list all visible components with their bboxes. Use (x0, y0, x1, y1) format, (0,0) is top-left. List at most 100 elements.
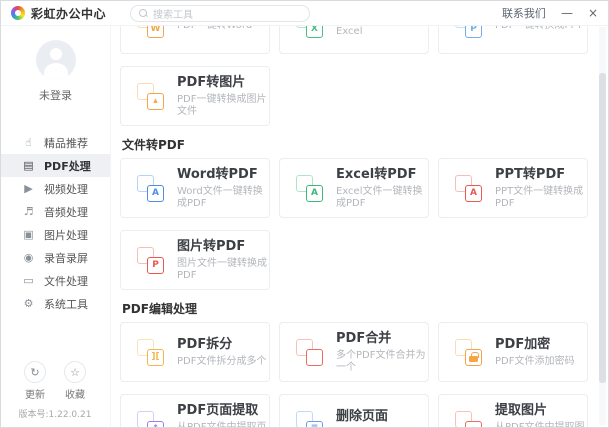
tool-card-delete-pages[interactable]: ≣ 删除页面 删除PDF中的页面 (279, 394, 429, 427)
user-avatar[interactable] (36, 40, 76, 80)
icon-glyph: W (151, 26, 161, 34)
avatar-person-icon (44, 63, 68, 80)
card-row: A Word转PDF Word文件一键转换成PDF A Excel转PDF Ex… (120, 158, 597, 218)
tool-card-pdf-to-excel[interactable]: X PDF一键转换成Excel (279, 26, 429, 54)
music-note-icon: ♬ (22, 205, 35, 218)
update-label: 更新 (24, 386, 46, 401)
tool-card-pdf-to-word[interactable]: W PDF一键转Word (120, 26, 270, 54)
sidebar-item-image[interactable]: ▣ 图片处理 (1, 223, 110, 246)
icon-glyph: A (470, 189, 477, 198)
contact-us-link[interactable]: 联系我们 (502, 5, 546, 21)
tool-card-extract-images[interactable]: ▴ 提取图片 从PDF文件中提取图片 (438, 394, 588, 427)
icon-glyph: P (470, 26, 477, 34)
star-icon: ☆ (64, 361, 86, 383)
title-bar: 彩虹办公中心 搜索工具 联系我们 — × (1, 1, 608, 26)
version-label: 版本号:1.22.0.21 (1, 407, 109, 420)
delete-page-icon: ≣ (296, 411, 323, 428)
card-row: ][ PDF拆分 PDF文件拆分成多个 PDF合并 多个PDF文件合并为一个 (120, 322, 597, 382)
minimize-button[interactable]: — (561, 7, 573, 19)
tool-card-pdf-to-image[interactable]: ▴ PDF转图片 PDF一键转换成图片文件 (120, 66, 270, 126)
icon-glyph (469, 356, 478, 362)
word-to-pdf-icon: A (137, 175, 164, 202)
tool-card-pdf-split[interactable]: ][ PDF拆分 PDF文件拆分成多个 (120, 322, 270, 382)
card-title: Excel转PDF (336, 167, 428, 182)
app-title: 彩虹办公中心 (31, 5, 106, 22)
favorites-button[interactable]: ☆ 收藏 (64, 361, 86, 401)
icon-front-square (306, 349, 323, 366)
sidebar-item-label: 图片处理 (44, 227, 88, 243)
card-title: Word转PDF (177, 167, 269, 182)
search-icon (139, 9, 148, 18)
icon-glyph: ↑ (152, 425, 160, 428)
tool-card-ppt-to-pdf[interactable]: A PPT转PDF PPT文件一键转换成PDF (438, 158, 588, 218)
icon-front-square: ▴ (465, 421, 482, 428)
app-window: 彩虹办公中心 搜索工具 联系我们 — × 未登录 ☝ 精品推荐 ▤ PDF处理 (0, 0, 609, 428)
sidebar-item-label: PDF处理 (44, 158, 91, 174)
tool-card-pdf-encrypt[interactable]: PDF加密 PDF文件添加密码 (438, 322, 588, 382)
card-desc: Word文件一键转换成PDF (177, 186, 269, 210)
pdf-to-excel-icon: X (296, 26, 323, 38)
scrollbar-thumb[interactable] (599, 73, 606, 383)
excel-to-pdf-icon: A (296, 175, 323, 202)
icon-glyph: ≣ (311, 425, 319, 428)
icon-front-square (465, 349, 482, 366)
card-title: PDF拆分 (177, 337, 266, 352)
tool-card-image-to-pdf[interactable]: P 图片转PDF 图片文件一键转换成PDF (120, 230, 270, 290)
sidebar-item-label: 文件处理 (44, 273, 88, 289)
card-row: P 图片转PDF 图片文件一键转换成PDF (120, 230, 597, 290)
sidebar-item-pdf[interactable]: ▤ PDF处理 (1, 154, 110, 177)
tool-card-excel-to-pdf[interactable]: A Excel转PDF Excel文件一键转换成PDF (279, 158, 429, 218)
icon-front-square: X (306, 26, 323, 38)
sidebar-item-file[interactable]: ▭ 文件处理 (1, 269, 110, 292)
card-desc: PDF一键转换成PPT (495, 26, 583, 32)
icon-glyph: A (152, 189, 159, 198)
card-title: 提取图片 (495, 403, 587, 418)
card-desc: Excel文件一键转换成PDF (336, 186, 428, 210)
sidebar-item-featured[interactable]: ☝ 精品推荐 (1, 131, 110, 154)
icon-front-square: W (147, 26, 164, 38)
card-desc: 多个PDF文件合并为一个 (336, 350, 428, 374)
card-desc: 从PDF文件中提取页面 (177, 422, 269, 428)
sidebar-footer: ↻ 更新 ☆ 收藏 版本号:1.22.0.21 (1, 361, 109, 420)
scrollbar-track[interactable] (599, 27, 606, 425)
card-desc: PDF一键转Word (177, 26, 252, 32)
update-button[interactable]: ↻ 更新 (24, 361, 46, 401)
tool-card-pdf-page-extract[interactable]: ↑ PDF页面提取 从PDF文件中提取页面 (120, 394, 270, 427)
icon-front-square: A (147, 185, 164, 202)
sidebar-item-record[interactable]: ◉ 录音录屏 (1, 246, 110, 269)
image-to-pdf-icon: P (137, 247, 164, 274)
icon-glyph: ▴ (153, 97, 158, 106)
sidebar-item-label: 视频处理 (44, 181, 88, 197)
section-header-pdf-edit: PDF编辑处理 (122, 302, 597, 316)
main-content: W PDF一键转Word X PDF一键转换成Excel (111, 26, 597, 427)
icon-front-square: A (465, 185, 482, 202)
pdf-to-ppt-icon: P (455, 26, 482, 38)
pdf-split-icon: ][ (137, 339, 164, 366)
sidebar-item-video[interactable]: ▶ 视频处理 (1, 177, 110, 200)
search-input[interactable]: 搜索工具 (130, 5, 310, 22)
pdf-to-word-icon: W (137, 26, 164, 38)
tool-card-pdf-to-ppt[interactable]: P PDF一键转换成PPT (438, 26, 588, 54)
card-desc: PPT文件一键转换成PDF (495, 186, 587, 210)
search-placeholder: 搜索工具 (153, 6, 193, 21)
card-desc: PDF文件拆分成多个 (177, 356, 266, 368)
icon-glyph: A (311, 189, 318, 198)
sidebar-item-system[interactable]: ⚙ 系统工具 (1, 292, 110, 315)
thumb-up-icon: ☝ (22, 136, 35, 149)
app-logo-icon (11, 6, 25, 20)
folder-icon: ▭ (22, 274, 35, 287)
section-header-file-to-pdf: 文件转PDF (122, 138, 597, 152)
ppt-to-pdf-icon: A (455, 175, 482, 202)
sidebar-item-audio[interactable]: ♬ 音频处理 (1, 200, 110, 223)
page-extract-icon: ↑ (137, 411, 164, 428)
tool-card-word-to-pdf[interactable]: A Word转PDF Word文件一键转换成PDF (120, 158, 270, 218)
sidebar-item-label: 录音录屏 (44, 250, 88, 266)
icon-front-square: A (306, 185, 323, 202)
icon-front-square: ≣ (306, 421, 323, 428)
tool-card-pdf-merge[interactable]: PDF合并 多个PDF文件合并为一个 (279, 322, 429, 382)
favorites-label: 收藏 (64, 386, 86, 401)
sidebar-item-label: 精品推荐 (44, 135, 88, 151)
close-button[interactable]: × (588, 7, 598, 19)
card-title: PPT转PDF (495, 167, 587, 182)
login-status[interactable]: 未登录 (1, 87, 110, 103)
